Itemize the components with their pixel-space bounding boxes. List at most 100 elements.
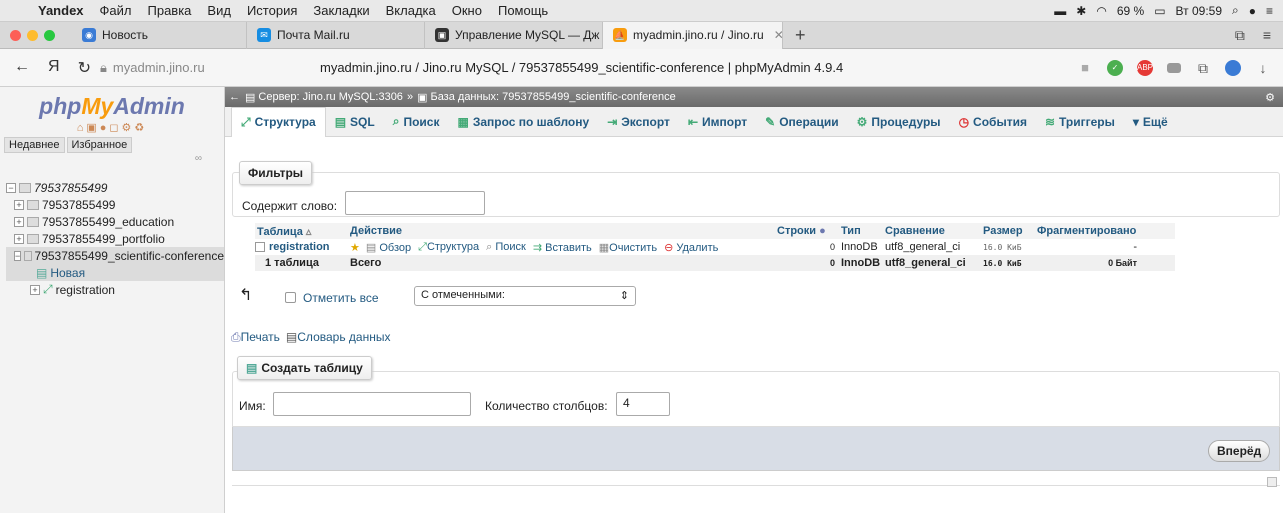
expand-icon[interactable]: + <box>14 233 24 244</box>
collapse-icon[interactable]: − <box>14 250 22 261</box>
yandex-home-icon[interactable]: Я <box>48 58 60 78</box>
menu-bookmarks[interactable]: Закладки <box>305 3 377 18</box>
page-title-in-address[interactable]: myadmin.jino.ru / Jino.ru MySQL / 795378… <box>320 60 843 75</box>
tree-db[interactable]: + 79537855499_portfolio <box>6 230 224 247</box>
col-table[interactable]: Таблица ▵ <box>255 225 350 238</box>
tab-sql[interactable]: ▤ SQL <box>326 107 384 137</box>
insert-action[interactable]: ⇉ Вставить <box>533 241 592 254</box>
tab-import[interactable]: ⇤ Импорт <box>679 107 756 137</box>
tab-operations[interactable]: ✎ Операции <box>756 107 847 137</box>
tab-routines[interactable]: ⚙ Процедуры <box>848 107 950 137</box>
menu-icon[interactable]: ≡ <box>1263 27 1271 44</box>
close-tab-icon[interactable]: ✕ <box>774 28 782 42</box>
flag-icon[interactable]: ▬ <box>1054 4 1066 18</box>
browse-action[interactable]: ▤ Обзор <box>366 241 411 254</box>
tabs-overview-icon[interactable]: ⧉ <box>1235 27 1245 44</box>
collapse-icon[interactable]: − <box>6 182 16 193</box>
structure-action[interactable]: ⤢Структура <box>418 241 479 254</box>
menu-tab[interactable]: Вкладка <box>378 3 444 18</box>
bluetooth-icon[interactable]: ✱ <box>1076 4 1086 18</box>
tab-events[interactable]: ◷ События <box>950 107 1036 137</box>
tab-mail[interactable]: ✉ Почта Mail.ru <box>247 21 425 49</box>
menu-history[interactable]: История <box>239 3 305 18</box>
empty-action[interactable]: ▦Очистить <box>599 241 657 254</box>
docs-icon[interactable]: ◻ <box>109 122 121 134</box>
col-rows[interactable]: Строки ● <box>777 225 841 237</box>
tab-news[interactable]: ◉ Новость <box>72 21 247 49</box>
bookmark-icon[interactable]: ■ <box>1077 60 1093 76</box>
reload-nav-icon[interactable]: ♻ <box>134 122 147 134</box>
tab-mysql-manage[interactable]: ▣ Управление MySQL — Дж <box>425 21 603 49</box>
tree-table[interactable]: + ⤢ registration <box>6 281 224 298</box>
menu-file[interactable]: Файл <box>92 3 140 18</box>
tree-db-selected[interactable]: − 79537855499_scientific-conference <box>6 247 224 264</box>
col-type[interactable]: Тип <box>841 225 885 237</box>
drop-action[interactable]: ⊖ Удалить <box>664 241 718 254</box>
col-collation[interactable]: Сравнение <box>885 225 983 237</box>
console-toggle-icon[interactable] <box>1267 477 1277 487</box>
search-action[interactable]: ⌕ Поиск <box>486 241 526 254</box>
url-host[interactable]: 🔒︎ myadmin.jino.ru <box>100 60 250 76</box>
filter-input[interactable] <box>345 191 485 215</box>
extension-icon[interactable] <box>1167 62 1181 73</box>
spotlight-icon[interactable]: ⌕ <box>1232 3 1239 18</box>
help-icon[interactable]: ● <box>100 122 110 134</box>
menu-window[interactable]: Окно <box>444 3 490 18</box>
home-icon[interactable]: ⌂ <box>77 122 87 134</box>
expand-icon[interactable]: + <box>30 284 40 295</box>
tab-phpmyadmin[interactable]: ⛵ myadmin.jino.ru / Jino.ru ✕ <box>603 21 783 49</box>
notification-icon[interactable]: ≡ <box>1266 4 1273 18</box>
table-name-link[interactable]: registration <box>269 241 330 253</box>
tab-more[interactable]: ▾ Ещё <box>1124 107 1177 137</box>
col-overhead[interactable]: Фрагментировано <box>1037 225 1155 237</box>
favorites-tab[interactable]: Избранное <box>66 137 133 153</box>
table-name-input[interactable] <box>273 392 471 416</box>
clock[interactable]: Вт 09:59 <box>1176 4 1222 18</box>
reload-icon[interactable]: ↻ <box>78 58 91 78</box>
data-dictionary-link[interactable]: ▤Словарь данных <box>286 330 391 345</box>
with-selected-select[interactable]: С отмеченными: ⇕ <box>414 286 636 306</box>
check-all-checkbox[interactable] <box>285 292 296 303</box>
settings-icon[interactable]: ⚙ <box>1265 91 1283 104</box>
check-all-label[interactable]: Отметить все <box>303 291 379 305</box>
battery-level[interactable]: 69 % <box>1117 4 1144 18</box>
zoom-window-icon[interactable] <box>44 29 55 41</box>
new-tab-button[interactable]: + <box>783 25 818 46</box>
profile-icon[interactable] <box>1225 59 1241 76</box>
minimize-window-icon[interactable] <box>27 29 38 41</box>
siri-icon[interactable]: ● <box>1249 4 1256 18</box>
wifi-icon[interactable]: ◠ <box>1096 4 1106 18</box>
help-icon[interactable]: ● <box>819 225 826 237</box>
close-window-icon[interactable] <box>10 29 21 41</box>
tab-search[interactable]: ⌕ Поиск <box>384 107 449 137</box>
menu-view[interactable]: Вид <box>199 3 239 18</box>
menu-help[interactable]: Помощь <box>490 3 556 18</box>
tree-new-table[interactable]: ▤ Новая <box>6 264 224 281</box>
menu-edit[interactable]: Правка <box>140 3 200 18</box>
shield-icon[interactable]: ✓ <box>1107 59 1123 76</box>
tab-structure[interactable]: ⤢ Структура <box>231 106 326 137</box>
expand-icon[interactable]: + <box>14 199 24 210</box>
columns-count-input[interactable]: 4 <box>616 392 670 416</box>
tab-export[interactable]: ⇥ Экспорт <box>598 107 679 137</box>
settings-icon[interactable]: ⚙ <box>122 122 135 134</box>
tree-root[interactable]: − 79537855499 <box>6 179 224 196</box>
row-checkbox[interactable] <box>255 242 265 252</box>
breadcrumb-server[interactable]: Сервер: Jino.ru MySQL:3306 <box>258 91 403 103</box>
col-size[interactable]: Размер <box>983 225 1037 237</box>
breadcrumb-database[interactable]: База данных: 79537855499_scientific-conf… <box>430 91 675 103</box>
tree-db[interactable]: + 79537855499 <box>6 196 224 213</box>
print-link[interactable]: ⎙Печать <box>231 330 280 345</box>
tree-db[interactable]: + 79537855499_education <box>6 213 224 230</box>
back-icon[interactable]: ← <box>14 58 30 78</box>
logout-icon[interactable]: ▣ <box>86 122 99 134</box>
favorite-star-icon[interactable]: ★ <box>350 241 360 254</box>
menu-app[interactable]: Yandex <box>30 3 92 18</box>
link-icon[interactable]: ∞ <box>0 153 224 167</box>
phpmyadmin-logo[interactable]: phpMyAdmin <box>0 87 224 121</box>
adblock-icon[interactable]: ABP <box>1137 59 1153 76</box>
recent-tab[interactable]: Недавнее <box>4 137 65 153</box>
row-size[interactable]: 16.0 КиБ <box>983 243 1037 252</box>
tab-triggers[interactable]: ≋ Триггеры <box>1036 107 1124 137</box>
expand-icon[interactable]: + <box>14 216 24 227</box>
